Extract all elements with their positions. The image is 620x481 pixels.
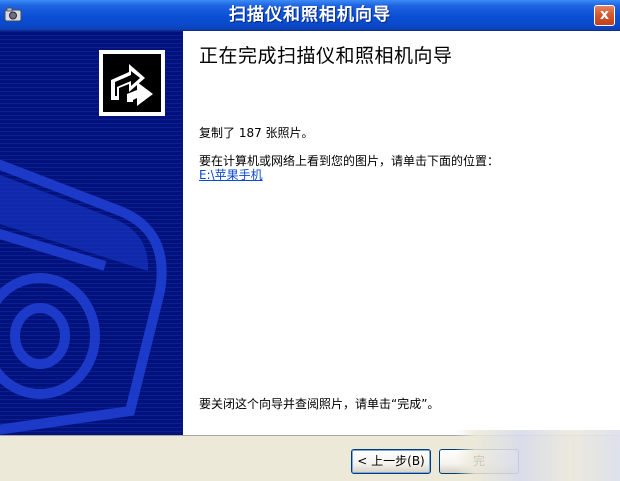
close-button[interactable]: x: [594, 5, 615, 26]
page-heading: 正在完成扫描仪和照相机向导: [199, 45, 453, 67]
window-title: 扫描仪和照相机向导: [229, 5, 391, 25]
title-bar[interactable]: 扫描仪和照相机向导 x: [0, 0, 620, 31]
wizard-arrow-icon: [99, 50, 165, 116]
copied-count-text: 复制了 187 张照片。: [199, 126, 314, 140]
location-link[interactable]: E:\苹果手机: [199, 166, 263, 183]
blurred-region: [455, 430, 620, 481]
wizard-window: 扫描仪和照相机向导 x 正在完成扫描仪和照相机向导 复制了 187 张照片。 要…: [0, 0, 620, 481]
close-instruction-text: 要关闭这个向导并查阅照片，请单击“完成”。: [199, 397, 440, 411]
back-button[interactable]: < 上一步(B): [351, 449, 431, 474]
wizard-content: 正在完成扫描仪和照相机向导 复制了 187 张照片。 要在计算机或网络上看到您的…: [183, 31, 620, 435]
wizard-banner: [0, 31, 183, 435]
